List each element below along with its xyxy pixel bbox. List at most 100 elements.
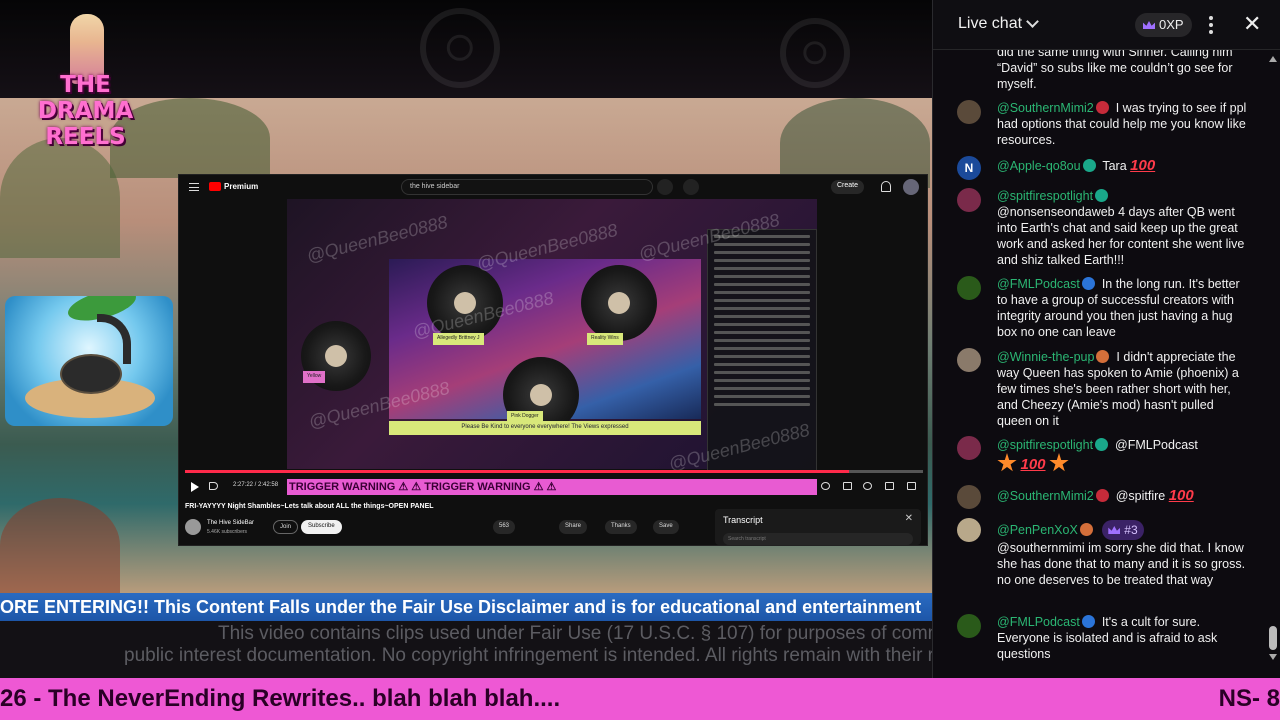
nested-stream-frame: Allegedly Brittney J Reality Wins Pink D… [287, 199, 817, 474]
video-progress-bar[interactable] [185, 470, 923, 473]
author-name[interactable]: @SouthernMimi2 [997, 489, 1094, 503]
chat-line [714, 307, 810, 310]
menu-icon[interactable] [189, 183, 199, 191]
chat-line [714, 259, 810, 262]
disclaimer-ticker: ORE ENTERING!! This Content Falls under … [0, 593, 932, 621]
logo-line-3: REELS [45, 124, 126, 150]
chat-message-list: did the same thing with Sinner. Calling … [933, 50, 1280, 670]
chat-line [714, 323, 810, 326]
message-text: did the same thing with Sinner. Calling … [997, 50, 1233, 91]
avatar[interactable] [957, 348, 981, 372]
member-badge-icon [1082, 159, 1096, 172]
ticker-text-right: NS- 8 [1218, 685, 1280, 712]
save-button[interactable]: Save [653, 520, 679, 534]
account-avatar[interactable] [903, 179, 919, 195]
trigger-warning-banner: TRIGGER WARNING ⚠ ⚠ TRIGGER WARNING ⚠ ⚠ [287, 479, 817, 495]
bell-icon[interactable] [881, 181, 891, 192]
avatar[interactable] [957, 276, 981, 300]
chat-message: @SouthernMimi2 @spitfire 100 [997, 488, 1247, 504]
youtube-search-input[interactable]: the hive sidebar [401, 179, 653, 195]
transcript-title: Transcript [723, 515, 763, 525]
avatar[interactable] [957, 436, 981, 460]
member-badge-icon [1096, 350, 1110, 363]
transcript-panel: Transcript ✕ Search transcript [715, 509, 921, 545]
palm-tree-image [0, 138, 120, 258]
join-button[interactable]: Join [273, 520, 299, 534]
live-chat-title[interactable]: Live chat [958, 15, 1022, 33]
video-time: 2:27:22 / 2:42:58 [233, 482, 279, 488]
avatar[interactable] [957, 188, 981, 212]
chat-line [714, 395, 810, 398]
author-name[interactable]: @SouthernMimi2 [997, 101, 1094, 115]
author-name[interactable]: @FMLPodcast [997, 615, 1080, 629]
message-text: @spitfire [1115, 489, 1166, 503]
chat-header: Live chat 0XP ✕ [933, 0, 1280, 50]
scorpion-tail-shape [97, 314, 131, 364]
avatar[interactable] [957, 100, 981, 124]
chevron-down-icon[interactable] [1026, 15, 1039, 28]
chat-message: @FMLPodcast In the long run. It's better… [997, 276, 1247, 340]
guest-name-tag: Reality Wins [587, 333, 623, 345]
scroll-down-icon[interactable] [1269, 654, 1277, 660]
channel-name[interactable]: The Hive SideBar [207, 520, 254, 526]
like-button[interactable]: 563 [493, 520, 516, 534]
avatar[interactable]: N [957, 156, 981, 180]
author-name[interactable]: @FMLPodcast [997, 277, 1080, 291]
search-icon[interactable] [657, 179, 673, 195]
flowers-image [0, 498, 120, 593]
member-badge-icon [1095, 101, 1109, 114]
avatar[interactable] [957, 518, 981, 542]
fullscreen-icon[interactable] [907, 482, 916, 490]
settings-icon[interactable] [863, 482, 872, 490]
film-reel-icon [780, 18, 850, 88]
avatar[interactable] [957, 485, 981, 509]
chat-message: @FMLPodcast It's a cult for sure. Everyo… [997, 614, 1247, 662]
transcript-search-input[interactable]: Search transcript [723, 533, 913, 545]
message-text: @nonsenseondaweb 4 days after QB went in… [997, 205, 1245, 267]
scroll-up-icon[interactable] [1269, 56, 1277, 62]
channel-avatar[interactable] [185, 519, 201, 535]
chat-message: did the same thing with Sinner. Calling … [997, 50, 1247, 92]
volume-icon[interactable] [209, 482, 218, 490]
author-name[interactable]: @Winnie-the-pup [997, 350, 1094, 364]
autoplay-icon[interactable] [821, 482, 830, 490]
scorpion-island-image [5, 296, 173, 426]
thanks-button[interactable]: Thanks [605, 520, 637, 534]
chat-message: @PenPenXoX #3 @southernmimi im sorry she… [997, 520, 1247, 588]
xp-value: 0XP [1159, 17, 1184, 32]
fair-use-line-2: public interest documentation. No copyri… [124, 645, 932, 666]
chat-scrollbar[interactable] [1269, 50, 1277, 670]
kebab-dot [1209, 30, 1213, 34]
xp-pill[interactable]: 0XP [1135, 13, 1192, 37]
author-name[interactable]: @spitfirespotlight [997, 189, 1093, 203]
chat-message: @Winnie-the-pup I didn't appreciate the … [997, 349, 1247, 429]
chat-line [714, 363, 810, 366]
stream-overlay: THE DRAMA REELS Premium the hive sidebar… [0, 0, 1280, 720]
progress-fill [185, 470, 850, 473]
share-button[interactable]: Share [559, 520, 588, 534]
be-kind-banner: Please Be Kind to everyone everywhere! T… [389, 421, 701, 435]
youtube-brand: Premium [224, 182, 259, 191]
play-icon[interactable] [191, 482, 199, 492]
create-button[interactable]: Create [831, 180, 865, 194]
chat-line [714, 251, 810, 254]
close-icon[interactable]: ✕ [905, 513, 913, 524]
more-options-icon[interactable] [1209, 16, 1213, 34]
microphone-icon[interactable] [683, 179, 699, 195]
chat-message: @spitfirespotlight @nonsenseondaweb 4 da… [997, 188, 1247, 268]
chat-message: @Apple-qo8ou Tara 100 [997, 158, 1247, 174]
logo-text: THE DRAMA REELS [18, 72, 153, 150]
subscribe-button[interactable]: Subscribe [301, 520, 342, 534]
author-name[interactable]: @spitfirespotlight [997, 438, 1093, 452]
author-name[interactable]: @PenPenXoX [997, 523, 1078, 537]
guest-face-image [325, 345, 347, 367]
captions-icon[interactable] [843, 482, 852, 490]
youtube-logo-icon[interactable] [209, 182, 221, 191]
avatar[interactable] [957, 614, 981, 638]
film-reel-icon [420, 8, 500, 88]
author-name[interactable]: @Apple-qo8ou [997, 159, 1081, 173]
close-icon[interactable]: ✕ [1243, 13, 1261, 35]
scroll-thumb[interactable] [1269, 626, 1277, 650]
hundred-emoji-icon: 100 [1168, 487, 1194, 504]
theater-icon[interactable] [885, 482, 894, 490]
